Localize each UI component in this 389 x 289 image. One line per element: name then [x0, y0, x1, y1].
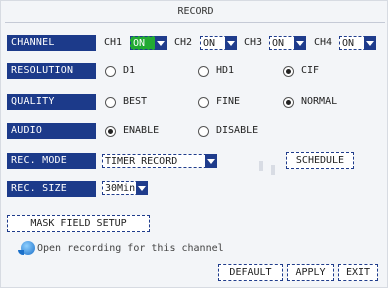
- quality-fine-radio[interactable]: [198, 97, 209, 108]
- resolution-d1-radio[interactable]: [105, 66, 116, 77]
- rec-mode-select[interactable]: TIMER RECORD: [102, 154, 217, 168]
- audio-disable-label: DISABLE: [216, 125, 259, 136]
- ch4-select[interactable]: ON: [339, 36, 376, 50]
- quality-best-radio[interactable]: [105, 97, 116, 108]
- status-hint: Open recording for this channel: [37, 243, 224, 254]
- quality-normal-label: NORMAL: [301, 96, 338, 107]
- rec-size-label: REC. SIZE: [7, 181, 96, 197]
- ch1-label: CH1: [104, 37, 123, 48]
- chevron-down-icon: [294, 36, 306, 50]
- chevron-down-icon: [364, 36, 376, 50]
- quality-best-label: BEST: [123, 96, 148, 107]
- rec-size-value: 30Min: [105, 183, 136, 194]
- ch2-value: ON: [203, 38, 216, 49]
- chevron-down-icon: [205, 154, 217, 168]
- schedule-button[interactable]: SCHEDULE: [286, 152, 354, 169]
- resolution-hd1-label: HD1: [216, 65, 235, 76]
- info-icon: [18, 241, 35, 255]
- rec-mode-value: TIMER RECORD: [105, 156, 178, 167]
- ch3-label: CH3: [244, 37, 263, 48]
- ch1-select[interactable]: ON: [130, 36, 167, 50]
- rec-mode-label: REC. MODE: [7, 153, 96, 169]
- title-divider: [5, 22, 385, 23]
- chevron-down-icon: [155, 36, 167, 50]
- quality-fine-label: FINE: [216, 96, 241, 107]
- resolution-hd1-radio[interactable]: [198, 66, 209, 77]
- resolution-label: RESOLUTION: [7, 63, 96, 79]
- ch4-value: ON: [342, 38, 355, 49]
- rec-size-select[interactable]: 30Min: [102, 181, 148, 195]
- audio-enable-radio[interactable]: [105, 126, 116, 137]
- resolution-d1-label: D1: [123, 65, 136, 76]
- divider-mark: [271, 165, 275, 175]
- audio-disable-radio[interactable]: [198, 126, 209, 137]
- ch1-value: ON: [133, 38, 146, 49]
- ch2-select[interactable]: ON: [200, 36, 237, 50]
- chevron-down-icon: [225, 36, 237, 50]
- quality-normal-radio[interactable]: [283, 97, 294, 108]
- apply-button[interactable]: APPLY: [287, 264, 334, 281]
- ch4-label: CH4: [314, 37, 333, 48]
- resolution-cif-radio[interactable]: [283, 66, 294, 77]
- ch3-select[interactable]: ON: [269, 36, 306, 50]
- default-button[interactable]: DEFAULT: [218, 264, 283, 281]
- chevron-down-icon: [136, 181, 148, 195]
- ch2-label: CH2: [174, 37, 193, 48]
- resolution-cif-label: CIF: [301, 65, 320, 76]
- divider-mark: [259, 161, 263, 171]
- record-dialog: RECORD CHANNEL CH1 ON CH2 ON CH3 ON CH4 …: [0, 0, 388, 288]
- audio-enable-label: ENABLE: [123, 125, 160, 136]
- dialog-title: RECORD: [177, 6, 214, 17]
- mask-field-setup-button[interactable]: MASK FIELD SETUP: [7, 215, 150, 232]
- exit-button[interactable]: EXIT: [338, 264, 378, 281]
- ch3-value: ON: [272, 38, 285, 49]
- quality-label: QUALITY: [7, 94, 96, 110]
- audio-label: AUDIO: [7, 123, 96, 139]
- channel-label: CHANNEL: [7, 35, 96, 51]
